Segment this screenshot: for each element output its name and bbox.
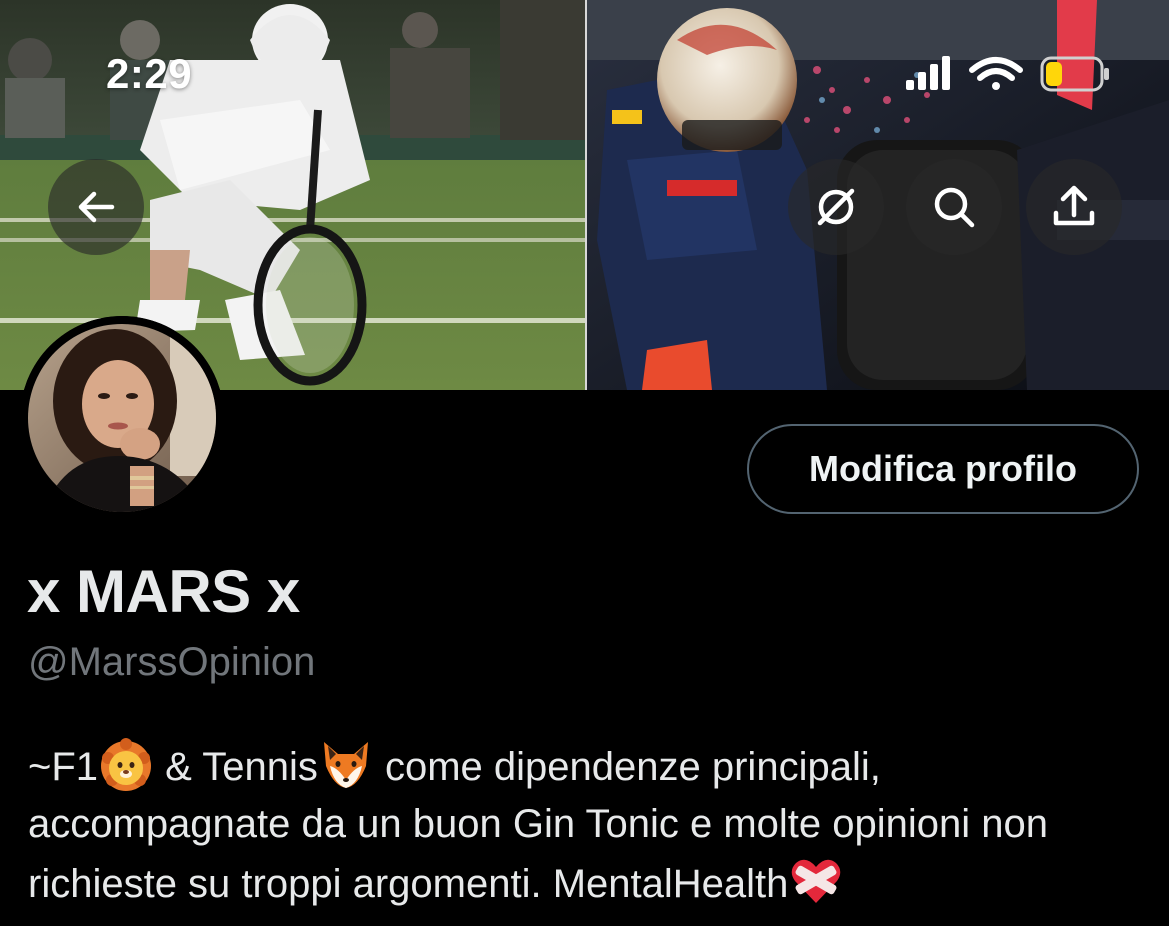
battery-icon: [1040, 56, 1109, 92]
bio-text-part1: ~F1: [28, 745, 99, 789]
search-icon: [934, 187, 975, 228]
profile-display-name: x MARS x: [27, 558, 300, 625]
back-button[interactable]: [48, 159, 144, 255]
profile-handle: @MarssOpinion: [28, 640, 316, 684]
profile-bio: ~F1 & Tennis come dipendenze principali,…: [28, 736, 1148, 913]
share-upload-icon: [1053, 185, 1095, 226]
grok-slash-icon: [817, 188, 855, 226]
profile-avatar[interactable]: [20, 316, 224, 520]
avatar-photo: [20, 316, 224, 520]
status-indicators: [906, 56, 1109, 92]
lion-face-emoji: [98, 736, 154, 792]
mending-heart-emoji: [788, 853, 844, 909]
search-button[interactable]: [906, 159, 1002, 255]
status-time: 2:29: [106, 50, 193, 97]
bio-text-part2: & Tennis: [154, 745, 318, 789]
grok-button[interactable]: [788, 159, 884, 255]
wifi-icon: [969, 57, 1023, 90]
fox-face-emoji: [318, 736, 374, 792]
arrow-left-icon: [78, 191, 115, 223]
cellular-signal-icon: [906, 56, 950, 90]
edit-profile-button[interactable]: Modifica profilo: [747, 424, 1139, 514]
share-button[interactable]: [1026, 159, 1122, 255]
